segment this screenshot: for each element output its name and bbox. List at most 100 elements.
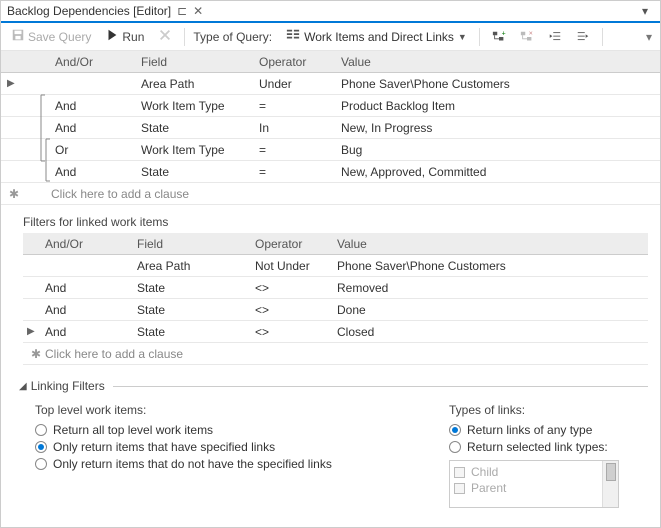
clause-row[interactable]: ▶ Area PathUnderPhone Saver\Phone Custome… — [1, 73, 660, 95]
radio-only-with-links[interactable]: Only return items that have specified li… — [35, 440, 425, 454]
field-cell[interactable]: State — [137, 281, 255, 295]
collapse-icon: ◢ — [19, 381, 27, 392]
header-field: Field — [141, 55, 259, 69]
field-cell[interactable]: Work Item Type — [141, 143, 259, 157]
radio-only-without-links[interactable]: Only return items that do not have the s… — [35, 457, 425, 471]
andor-cell[interactable]: And — [41, 325, 137, 339]
linked-clause-row[interactable]: AndState<>Done — [23, 299, 648, 321]
value-cell[interactable]: Phone Saver\Phone Customers — [337, 259, 648, 273]
field-cell[interactable]: State — [137, 303, 255, 317]
linked-new-clause-row[interactable]: ✱ Click here to add a clause — [23, 343, 648, 365]
field-cell[interactable]: Area Path — [137, 259, 255, 273]
new-row-icon: ✱ — [23, 347, 41, 361]
field-cell[interactable]: State — [141, 121, 259, 135]
tab-title: Backlog Dependencies [Editor] — [7, 4, 171, 18]
delete-icon — [158, 28, 172, 45]
scroll-thumb[interactable] — [606, 463, 616, 481]
operator-cell[interactable]: <> — [255, 325, 337, 339]
header-andor: And/Or — [51, 55, 141, 69]
operator-cell[interactable]: Not Under — [255, 259, 337, 273]
pin-icon[interactable]: ⊏ — [177, 4, 187, 18]
clause-row[interactable]: AndStateInNew, In Progress — [1, 117, 660, 139]
radio-selected-link-types[interactable]: Return selected link types: — [449, 440, 619, 454]
row-marker-icon: ▶ — [7, 78, 15, 89]
checkbox-icon — [454, 467, 465, 478]
toolbar: Save Query Run Type of Query: Work Items… — [1, 23, 660, 51]
value-cell[interactable]: Done — [337, 303, 648, 317]
andor-cell[interactable]: Or — [51, 143, 141, 157]
linked-clause-row[interactable]: AndState<>Removed — [23, 277, 648, 299]
operator-cell[interactable]: In — [259, 121, 341, 135]
value-cell[interactable]: Closed — [337, 325, 648, 339]
tab-menu-icon[interactable]: ▾ — [642, 4, 654, 18]
close-icon[interactable]: ✕ — [193, 4, 203, 18]
radio-any-link-type[interactable]: Return links of any type — [449, 423, 619, 437]
value-cell[interactable]: Bug — [341, 143, 660, 157]
operator-cell[interactable]: <> — [255, 303, 337, 317]
andor-cell[interactable]: And — [51, 99, 141, 113]
radio-icon — [449, 441, 461, 453]
operator-cell[interactable]: = — [259, 165, 341, 179]
linking-filters-header[interactable]: ◢ Linking Filters — [19, 379, 648, 393]
delete-button[interactable] — [154, 26, 176, 47]
query-type-dropdown[interactable]: Work Items and Direct Links ▼ — [282, 26, 471, 47]
chevron-down-icon: ▼ — [458, 32, 467, 42]
toolbar-overflow-icon[interactable]: ▾ — [638, 30, 652, 44]
linked-grid-header: And/Or Field Operator Value — [23, 233, 648, 255]
indent-button[interactable] — [572, 28, 594, 46]
field-cell[interactable]: State — [137, 325, 255, 339]
tree-add-button[interactable]: + — [488, 28, 510, 46]
link-type-parent: Parent — [454, 481, 598, 495]
outdent-button[interactable] — [544, 28, 566, 46]
radio-icon — [35, 441, 47, 453]
field-cell[interactable]: Area Path — [141, 77, 259, 91]
linked-filter-grid: And/Or Field Operator Value Area PathNot… — [23, 233, 648, 365]
operator-cell[interactable]: Under — [259, 77, 341, 91]
query-type-value: Work Items and Direct Links — [304, 30, 454, 44]
operator-cell[interactable]: = — [259, 143, 341, 157]
radio-icon — [449, 424, 461, 436]
clause-row[interactable]: OrWork Item Type=Bug — [1, 139, 660, 161]
field-cell[interactable]: State — [141, 165, 259, 179]
link-types-list: Child Parent — [449, 460, 619, 508]
tree-remove-button[interactable]: × — [516, 28, 538, 46]
radio-return-all[interactable]: Return all top level work items — [35, 423, 425, 437]
clause-row[interactable]: AndWork Item Type=Product Backlog Item — [1, 95, 660, 117]
run-label: Run — [122, 30, 144, 44]
editor-tab[interactable]: Backlog Dependencies [Editor] ⊏ ✕ — [1, 1, 209, 21]
scrollbar[interactable] — [602, 461, 618, 507]
linked-clause-row[interactable]: ▶AndState<>Closed — [23, 321, 648, 343]
header-value: Value — [341, 55, 660, 69]
svg-text:×: × — [529, 30, 533, 37]
andor-cell[interactable]: And — [41, 303, 137, 317]
linked-filters-label: Filters for linked work items — [23, 215, 660, 229]
type-of-query-label: Type of Query: — [193, 30, 272, 44]
value-cell[interactable]: Product Backlog Item — [341, 99, 660, 113]
operator-cell[interactable]: = — [259, 99, 341, 113]
save-query-button[interactable]: Save Query — [7, 26, 95, 47]
svg-text:+: + — [501, 30, 505, 37]
field-cell[interactable]: Work Item Type — [141, 99, 259, 113]
save-label: Save Query — [28, 30, 91, 44]
new-row-icon: ✱ — [1, 187, 35, 201]
value-cell[interactable]: Phone Saver\Phone Customers — [341, 77, 660, 91]
andor-cell[interactable]: And — [41, 281, 137, 295]
radio-icon — [35, 458, 47, 470]
save-icon — [11, 28, 25, 45]
query-type-icon — [286, 28, 300, 45]
value-cell[interactable]: New, In Progress — [341, 121, 660, 135]
andor-cell[interactable]: And — [51, 121, 141, 135]
run-button[interactable]: Run — [101, 26, 148, 47]
linked-clause-row[interactable]: Area PathNot UnderPhone Saver\Phone Cust… — [23, 255, 648, 277]
value-cell[interactable]: Removed — [337, 281, 648, 295]
radio-icon — [35, 424, 47, 436]
value-cell[interactable]: New, Approved, Committed — [341, 165, 660, 179]
types-of-links-label: Types of links: — [449, 403, 619, 417]
linking-title: Linking Filters — [31, 379, 105, 393]
checkbox-icon — [454, 483, 465, 494]
clause-row[interactable]: AndState=New, Approved, Committed — [1, 161, 660, 183]
andor-cell[interactable]: And — [51, 165, 141, 179]
new-clause-row[interactable]: ✱ Click here to add a clause — [1, 183, 660, 205]
tab-bar: Backlog Dependencies [Editor] ⊏ ✕ ▾ — [1, 1, 660, 23]
operator-cell[interactable]: <> — [255, 281, 337, 295]
